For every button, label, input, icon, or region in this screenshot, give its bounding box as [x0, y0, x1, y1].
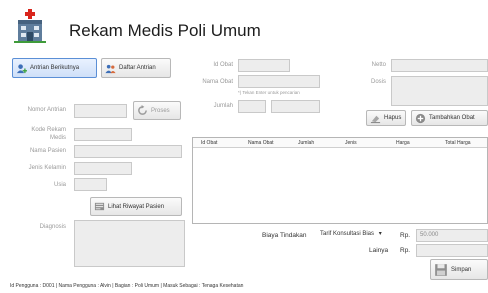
eraser-icon	[370, 115, 381, 123]
add-drug-button[interactable]: Tambahkan Obat	[411, 110, 488, 126]
next-queue-button[interactable]: Antrian Berikutnya	[12, 58, 97, 78]
hospital-icon	[12, 8, 48, 44]
currency-label-1: Rp.	[400, 232, 411, 239]
medical-record-code-field[interactable]	[74, 128, 132, 141]
process-button[interactable]: Proses	[133, 101, 181, 120]
history-icon	[94, 202, 105, 211]
column-header[interactable]: Nama Obat	[248, 140, 274, 146]
quantity-label: Jumlah	[213, 103, 233, 109]
fee-type-selected: Tarif Konsultasi Bias	[320, 231, 375, 237]
medical-record-code-label-2: Medis	[49, 135, 66, 141]
queue-list-label: Daftar Antrian	[119, 65, 156, 71]
page-title: Rekam Medis Poli Umum	[69, 21, 261, 40]
chevron-down-icon: ▾	[378, 231, 382, 237]
refresh-icon	[138, 105, 147, 115]
gender-label: Jenis Kelamin	[28, 165, 66, 171]
drug-name-label: Nama Obat	[202, 79, 233, 85]
netto-field[interactable]	[391, 59, 488, 72]
other-fee-label: Lainya	[369, 247, 389, 254]
next-queue-label: Antrian Berikutnya	[30, 65, 80, 71]
add-user-icon	[16, 63, 27, 73]
queue-number-field[interactable]	[74, 104, 127, 118]
save-button[interactable]: Simpan	[430, 259, 488, 280]
medical-record-code-label-1: Kode Rekam	[31, 127, 66, 133]
delete-button[interactable]: Hapus	[366, 110, 406, 126]
delete-label: Hapus	[384, 115, 402, 121]
procedure-fee-label: Biaya Tindakan	[262, 232, 307, 239]
procedure-fee-field[interactable]: 50.000	[416, 229, 488, 242]
column-header[interactable]: Total Harga	[445, 140, 471, 146]
procedure-fee-value: 50.000	[420, 232, 439, 238]
process-label: Proses	[151, 107, 170, 114]
plus-circle-icon	[415, 113, 426, 123]
fee-type-select[interactable]: Tarif Konsultasi Bias ▾	[320, 230, 397, 241]
age-label: Usia	[53, 182, 66, 188]
search-hint-text: *) Tekan Enter untuk pencarian	[238, 90, 300, 95]
queue-number-label: Nomor Antrian	[27, 107, 66, 113]
diagnosis-field[interactable]	[74, 220, 185, 267]
drug-id-field[interactable]	[238, 59, 290, 72]
status-bar: Id Pengguna : D001 | Nama Pengguna : Alv…	[10, 283, 244, 289]
gender-field[interactable]	[74, 162, 132, 175]
dosage-label: Dosis	[370, 79, 386, 85]
diagnosis-label: Diagnosis	[39, 224, 66, 230]
netto-label: Netto	[371, 62, 386, 68]
users-icon	[105, 64, 116, 73]
save-label: Simpan	[451, 266, 472, 273]
age-field[interactable]	[74, 178, 107, 191]
quantity-unit-field[interactable]	[271, 100, 320, 113]
column-header[interactable]: Id Obat	[201, 140, 217, 146]
other-fee-field[interactable]	[416, 244, 488, 257]
queue-list-button[interactable]: Daftar Antrian	[101, 58, 171, 78]
quantity-field[interactable]	[238, 100, 266, 113]
column-header[interactable]: Jenis	[345, 140, 357, 146]
dosage-field[interactable]	[391, 76, 488, 106]
column-header[interactable]: Jumlah	[298, 140, 314, 146]
add-drug-label: Tambahkan Obat	[429, 115, 475, 121]
currency-label-2: Rp.	[400, 247, 411, 254]
drug-name-field[interactable]	[238, 75, 320, 88]
patient-history-button[interactable]: Lihat Riwayat Pasien	[90, 197, 182, 216]
patient-history-label: Lihat Riwayat Pasien	[108, 203, 165, 210]
save-icon	[435, 263, 447, 276]
patient-name-label: Nama Pasien	[29, 148, 66, 154]
drug-id-label: Id Obat	[213, 62, 233, 68]
patient-name-field[interactable]	[74, 145, 182, 158]
table-header: Id Obat Nama Obat Jumlah Jenis Harga Tot…	[193, 138, 487, 148]
column-header[interactable]: Harga	[396, 140, 410, 146]
drug-table[interactable]: Id Obat Nama Obat Jumlah Jenis Harga Tot…	[192, 137, 488, 224]
